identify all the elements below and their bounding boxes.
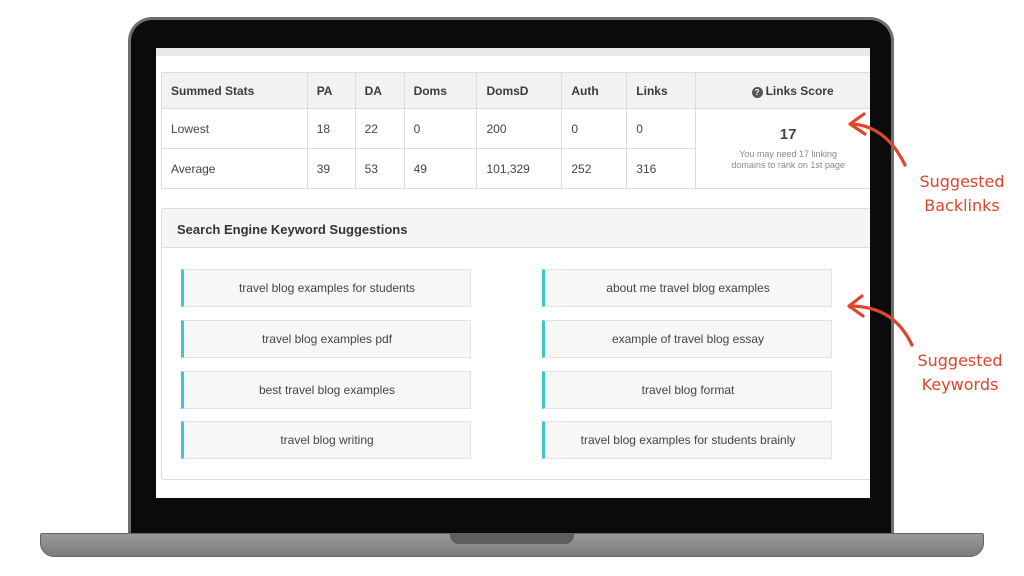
links-score-note-line2: domains to rank on 1st page (731, 160, 845, 170)
row-label-average: Average (161, 148, 308, 189)
annotation-line: Backlinks (924, 196, 1000, 215)
links-score-value: 17 (779, 126, 797, 143)
keyword-suggestion[interactable]: travel blog format (542, 371, 832, 409)
links-score-label: Links Score (765, 83, 834, 98)
keyword-suggestion[interactable]: about me travel blog examples (542, 269, 832, 307)
stats-header-row: Summed Stats PA DA Doms DomsD Auth Links… (161, 72, 870, 109)
header-da: DA (354, 72, 405, 109)
table-cell: 0 (626, 108, 697, 149)
keyword-suggestions-title: Search Engine Keyword Suggestions (162, 209, 870, 248)
header-links-score: ? Links Score (695, 72, 870, 109)
table-cell: 101,329 (476, 148, 563, 189)
links-score-note-line1: You may need 17 linking (739, 149, 837, 159)
header-links: Links (626, 72, 697, 109)
annotation-line: Keywords (921, 375, 999, 394)
header-doms: Doms (403, 72, 478, 109)
summed-stats-table: Summed Stats PA DA Doms DomsD Auth Links… (161, 72, 870, 189)
table-cell: 252 (561, 148, 628, 189)
laptop-notch (450, 533, 574, 544)
keyword-suggestion[interactable]: best travel blog examples (181, 371, 471, 409)
annotation-line: Suggested (919, 172, 1005, 191)
keyword-suggestion[interactable]: example of travel blog essay (542, 320, 832, 358)
header-auth: Auth (561, 72, 628, 109)
keyword-suggestion[interactable]: travel blog writing (181, 421, 471, 459)
header-domsd: DomsD (476, 72, 563, 109)
table-cell: 0 (561, 108, 628, 149)
table-cell: 39 (306, 148, 356, 189)
links-score-cell: 17 You may need 17 linking domains to ra… (695, 108, 870, 189)
laptop-screen: Summed Stats PA DA Doms DomsD Auth Links… (156, 48, 870, 498)
header-pa: PA (306, 72, 356, 109)
keyword-suggestion[interactable]: travel blog examples for students brainl… (542, 421, 832, 459)
keyword-suggestion[interactable]: travel blog examples for students (181, 269, 471, 307)
suggested-backlinks-annotation: Suggested Backlinks (902, 170, 1022, 218)
suggested-keywords-annotation: Suggested Keywords (900, 349, 1020, 397)
table-cell: 53 (354, 148, 405, 189)
table-row: Lowest 18 22 0 200 0 0 17 You may need 1… (161, 108, 870, 189)
row-label-lowest: Lowest (161, 108, 308, 149)
table-cell: 0 (403, 108, 478, 149)
table-cell: 22 (354, 108, 405, 149)
screen-top-bar (156, 48, 870, 56)
keyword-suggestions-panel: Search Engine Keyword Suggestions travel… (161, 208, 870, 480)
annotation-line: Suggested (917, 351, 1003, 370)
table-cell: 18 (306, 108, 356, 149)
keyword-suggestion[interactable]: travel blog examples pdf (181, 320, 471, 358)
table-cell: 316 (626, 148, 697, 189)
table-cell: 49 (403, 148, 478, 189)
question-circle-icon[interactable]: ? (751, 86, 763, 98)
table-cell: 200 (476, 108, 563, 149)
header-summed-stats: Summed Stats (161, 72, 308, 109)
